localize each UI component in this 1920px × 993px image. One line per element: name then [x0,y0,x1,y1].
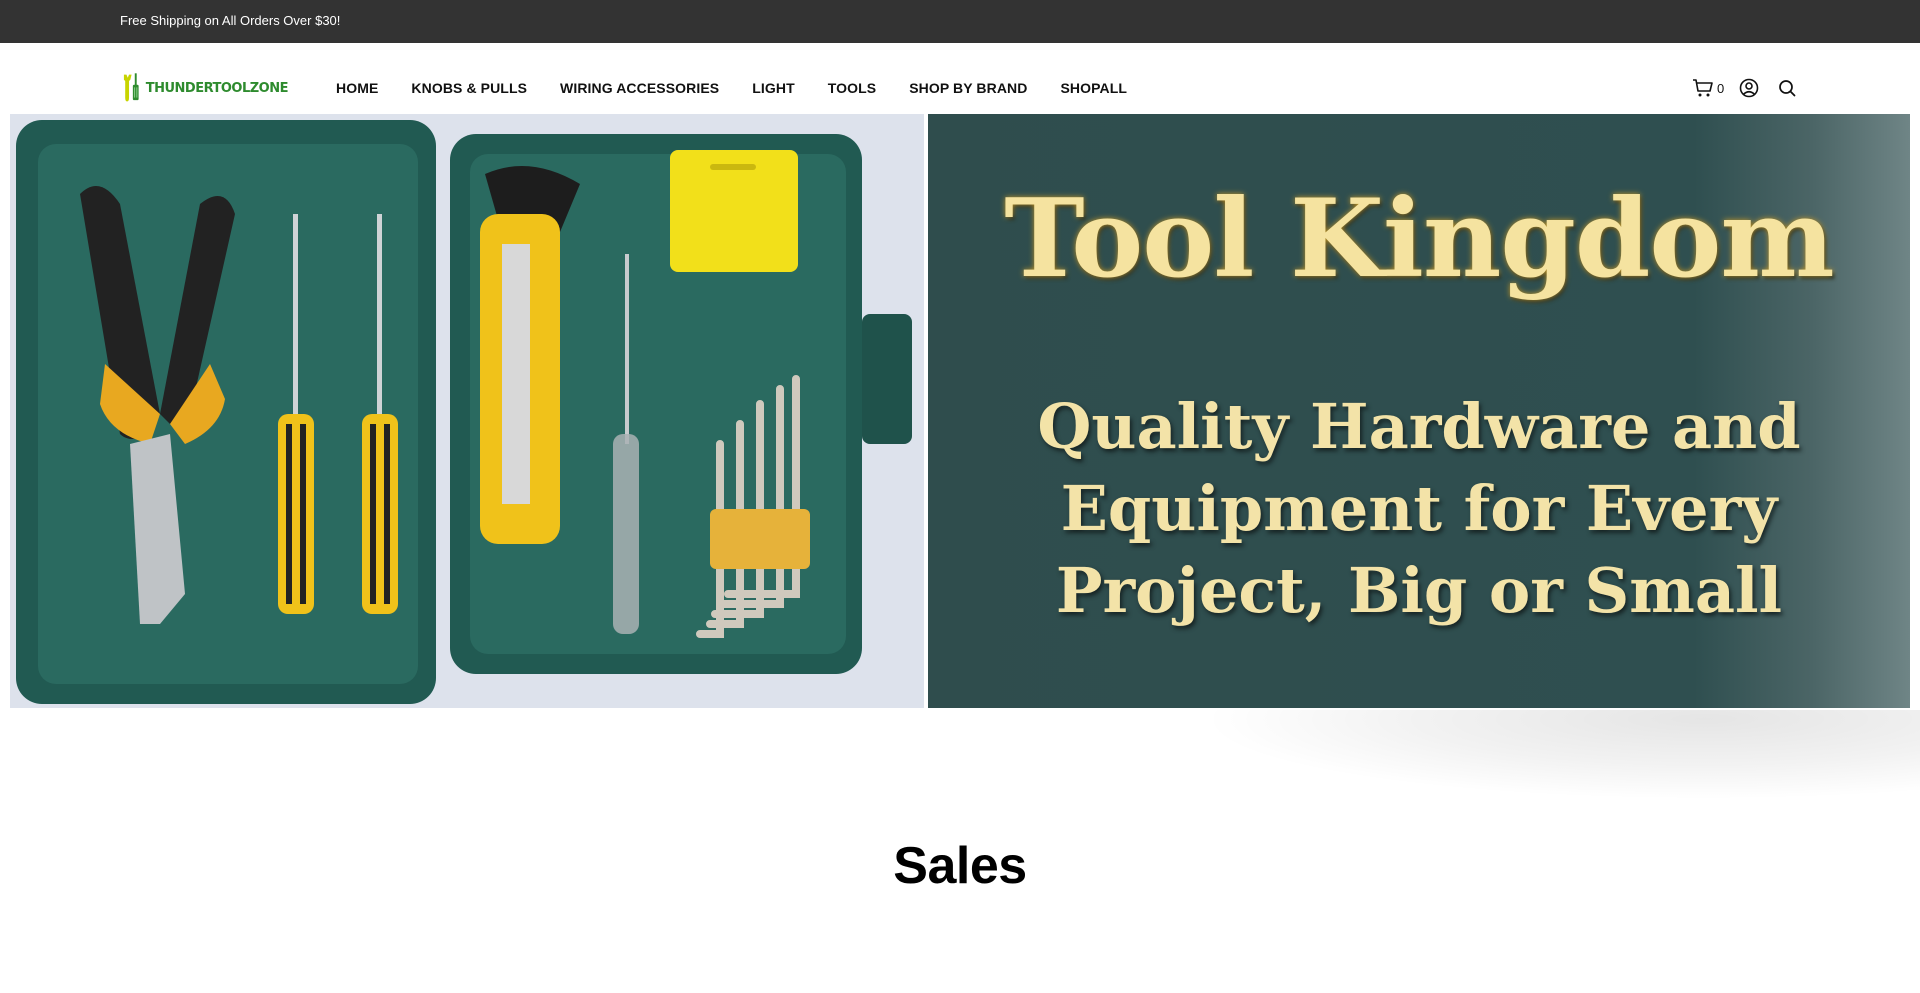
nav-item-shop-by-brand[interactable]: SHOP BY BRAND [909,80,1027,96]
header-actions: 0 [1692,77,1798,99]
nav-item-light[interactable]: LIGHT [752,80,795,96]
account-button[interactable] [1738,77,1760,99]
announcement-bar: Free Shipping on All Orders Over $30! [0,0,1920,43]
decorative-shadow [1200,710,1920,800]
nav-item-knobs-pulls[interactable]: KNOBS & PULLS [411,80,527,96]
nav-item-home[interactable]: HOME [336,80,378,96]
nav-item-shopall[interactable]: SHOPALL [1060,80,1127,96]
nav-item-tools[interactable]: TOOLS [828,80,876,96]
main-nav: HOME KNOBS & PULLS WIRING ACCESSORIES LI… [336,80,1160,96]
cart-icon [1693,79,1713,97]
site-logo-text: THUNDERTOOLZONE [145,80,289,96]
search-button[interactable] [1776,77,1798,99]
announcement-text: Free Shipping on All Orders Over $30! [120,13,341,28]
cart-count: 0 [1717,80,1725,96]
search-icon [1779,80,1796,97]
tool-kit-illustration [16,120,912,704]
site-header: THUNDERTOOLZONE HOME KNOBS & PULLS WIRIN… [0,43,1920,114]
hero-subtitle-line-1: Quality Hardware and [1037,390,1801,463]
user-icon [1739,78,1759,98]
hero-subtitle-line-2: Equipment for Every [1060,472,1778,545]
hero-banner[interactable]: Tool Kingdom Quality Hardware and Equipm… [10,114,1910,708]
hero-subtitle: Quality Hardware and Equipment for Every… [928,386,1910,632]
hero-text-panel: Tool Kingdom Quality Hardware and Equipm… [928,114,1910,708]
section-title-sales: Sales [893,837,1027,895]
tools-logo-icon [123,73,139,102]
hero-subtitle-line-3: Project, Big or Small [1055,554,1783,627]
hero-tool-kit-image [10,114,924,708]
site-logo[interactable]: THUNDERTOOLZONE [122,63,289,113]
hero-title: Tool Kingdom [1004,176,1834,302]
nav-item-wiring-accessories[interactable]: WIRING ACCESSORIES [560,80,719,96]
cart-button[interactable]: 0 [1692,78,1724,98]
